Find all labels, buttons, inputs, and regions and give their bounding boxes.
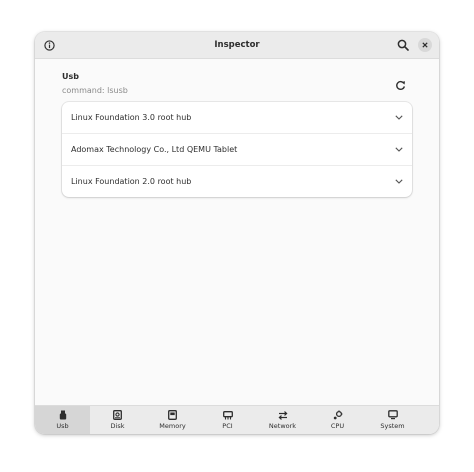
tab-label: Usb bbox=[56, 422, 69, 430]
cpu-icon bbox=[333, 410, 343, 420]
refresh-icon bbox=[395, 80, 405, 90]
memory-icon bbox=[168, 410, 178, 420]
device-label: Linux Foundation 3.0 root hub bbox=[71, 113, 192, 122]
search-icon bbox=[397, 39, 409, 51]
device-row[interactable]: Linux Foundation 2.0 root hub bbox=[62, 166, 412, 197]
disk-icon bbox=[113, 410, 123, 420]
device-row[interactable]: Linux Foundation 3.0 root hub bbox=[62, 102, 412, 134]
window-title: Inspector bbox=[214, 40, 260, 50]
tab-cpu[interactable]: CPU bbox=[310, 406, 365, 434]
device-row[interactable]: Adomax Technology Co., Ltd QEMU Tablet bbox=[62, 134, 412, 166]
chevron-down-icon bbox=[394, 145, 404, 155]
usb-icon bbox=[58, 410, 68, 420]
device-label: Adomax Technology Co., Ltd QEMU Tablet bbox=[71, 145, 238, 154]
section-title: Usb bbox=[62, 72, 79, 81]
refresh-button[interactable] bbox=[392, 77, 408, 93]
close-button[interactable] bbox=[418, 38, 432, 52]
search-button[interactable] bbox=[396, 38, 410, 52]
tab-label: CPU bbox=[330, 422, 345, 430]
tab-label: Memory bbox=[159, 422, 186, 430]
tab-memory[interactable]: Memory bbox=[145, 406, 200, 434]
header-bar: Inspector bbox=[35, 32, 439, 59]
tab-system[interactable]: System bbox=[365, 406, 420, 434]
pci-icon bbox=[222, 410, 233, 420]
chevron-down-icon bbox=[394, 177, 404, 187]
tab-usb[interactable]: Usb bbox=[35, 406, 90, 434]
tab-label: Disk bbox=[110, 422, 125, 430]
tab-label: PCI bbox=[222, 422, 233, 430]
view-switcher-bar: Usb Disk Memory PCI Network CPU System bbox=[35, 405, 439, 434]
tab-disk[interactable]: Disk bbox=[90, 406, 145, 434]
device-label: Linux Foundation 2.0 root hub bbox=[71, 177, 192, 186]
close-icon bbox=[422, 42, 428, 48]
inspector-window: Inspector Usb command: lsusb Linux Found… bbox=[35, 32, 439, 434]
tab-label: Network bbox=[268, 422, 297, 430]
chevron-down-icon bbox=[394, 113, 404, 123]
tab-network[interactable]: Network bbox=[255, 406, 310, 434]
system-icon bbox=[387, 410, 398, 420]
network-icon bbox=[278, 410, 288, 420]
tab-label: System bbox=[380, 422, 405, 430]
device-list: Linux Foundation 3.0 root hub Adomax Tec… bbox=[62, 102, 412, 197]
section-command: command: lsusb bbox=[62, 86, 128, 95]
tab-pci[interactable]: PCI bbox=[200, 406, 255, 434]
